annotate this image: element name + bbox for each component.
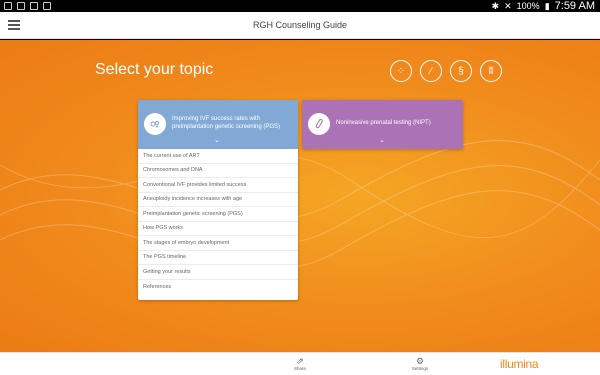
list-item[interactable]: How PGS works (138, 222, 298, 236)
cells-icon[interactable]: ⁘ (390, 60, 412, 82)
list-item[interactable]: The current use of ART (138, 149, 298, 164)
dna-icon[interactable]: § (450, 60, 472, 82)
main-area: Select your topic ⁘ ⁄ § ʬ Improving IVF … (0, 40, 600, 352)
topic-icon-bar: ⁘ ⁄ § ʬ (390, 60, 502, 82)
footer-bar: ⇗ Share ⚙ Settings illumina (0, 352, 600, 375)
image-icon (17, 2, 25, 10)
share-label: Share (293, 366, 306, 371)
share-icon: ⇗ (296, 356, 304, 366)
list-item[interactable]: Chromosomes and DNA (138, 164, 298, 178)
upload-icon (30, 2, 38, 10)
illumina-logo: illumina (500, 357, 539, 371)
nipt-card-title: Noninvasive prenatal testing (NIPT) (336, 120, 431, 126)
list-item[interactable]: Getting your results (138, 265, 298, 280)
notification-icon (4, 2, 12, 10)
embryo-icon (144, 113, 166, 135)
settings-button[interactable]: ⚙ Settings (405, 356, 435, 371)
chevron-down-icon: ⌄ (214, 137, 220, 144)
app-header: RGH Counseling Guide (0, 12, 600, 39)
battery-percent: 100% (516, 1, 540, 11)
app-title: RGH Counseling Guide (252, 20, 348, 30)
share-button[interactable]: ⇗ Share (285, 356, 315, 371)
dna-background (0, 140, 600, 271)
list-item[interactable]: Aneuploidy incidence increases with age (138, 193, 298, 207)
pgs-topic-card: Improving IVF success rates with preimpl… (138, 100, 298, 300)
chevron-down-icon: ⌄ (379, 137, 385, 144)
bluetooth-icon: ✱ (491, 0, 500, 11)
battery-icon: ▮ (544, 0, 550, 11)
list-item[interactable]: The PGS timeline (138, 251, 298, 265)
gear-icon: ⚙ (415, 356, 425, 366)
pipette-icon[interactable]: ⁄ (420, 60, 442, 82)
pgs-card-title: Improving IVF success rates with preimpl… (172, 116, 281, 130)
chromosomes-icon[interactable]: ʬ (480, 60, 502, 82)
clock: 7:59 AM (554, 0, 595, 12)
list-item[interactable]: Preimplantation genetic screening (PGS) (138, 207, 298, 222)
list-item[interactable]: Conventional IVF provides limited succes… (138, 178, 298, 193)
page-title: Select your topic (95, 61, 214, 78)
pgs-card-header[interactable]: Improving IVF success rates with preimpl… (138, 100, 298, 149)
nipt-topic-card[interactable]: Noninvasive prenatal testing (NIPT) ⌄ (302, 100, 463, 149)
settings-label: Settings (411, 366, 429, 371)
list-item[interactable]: The stages of embryo development (138, 236, 298, 251)
status-bar: ✱ ✕ 100% ▮ 7:59 AM (0, 0, 600, 12)
test-tube-icon (308, 113, 330, 135)
pgs-subtopic-list: The current use of ART Chromosomes and D… (138, 149, 298, 294)
list-item[interactable]: References (138, 280, 298, 295)
menu-button[interactable] (8, 20, 20, 30)
mute-icon: ✕ (504, 0, 512, 11)
download-icon (43, 2, 51, 10)
